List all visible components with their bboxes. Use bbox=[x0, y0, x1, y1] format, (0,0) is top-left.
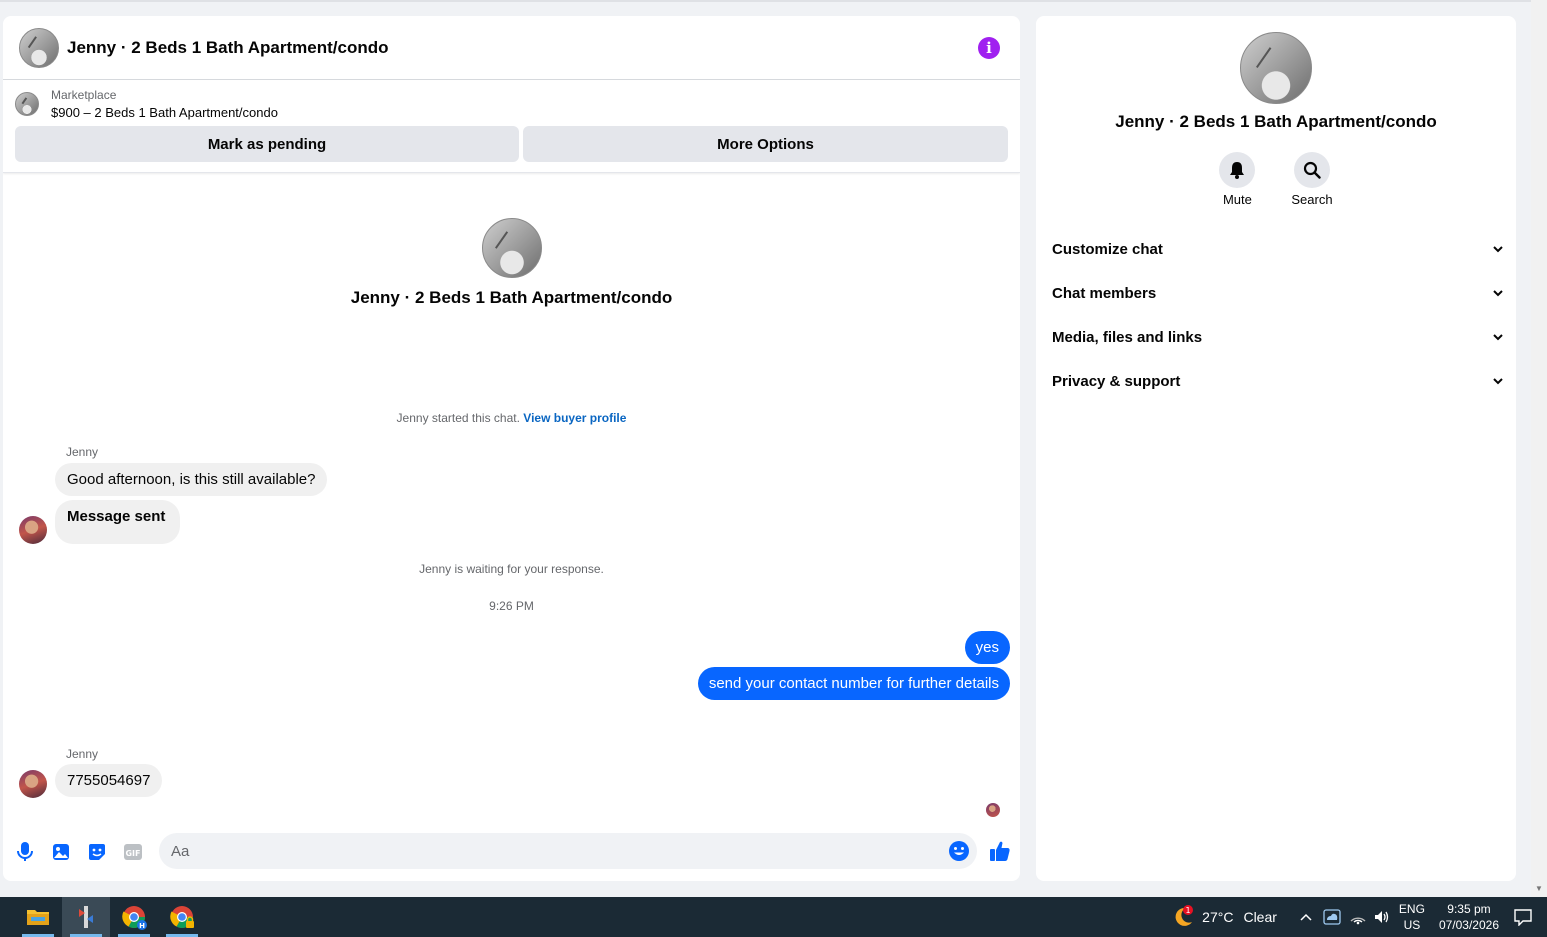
listing-info[interactable]: Marketplace $900 – 2 Beds 1 Bath Apartme… bbox=[15, 88, 1008, 120]
chevron-up-icon[interactable] bbox=[1299, 912, 1313, 922]
window-top-border bbox=[0, 0, 1547, 2]
weather-temperature: 27°C bbox=[1202, 909, 1234, 925]
language-region: US bbox=[1403, 918, 1421, 932]
svg-text:GIF: GIF bbox=[125, 849, 140, 858]
clock-date: 07/03/2026 bbox=[1438, 918, 1499, 932]
scroll-down-arrow-icon[interactable]: ▼ bbox=[1535, 884, 1543, 893]
mute-label: Mute bbox=[1222, 192, 1252, 207]
mark-as-pending-button[interactable]: Mark as pending bbox=[15, 126, 519, 162]
language-code: ENG bbox=[1398, 902, 1425, 916]
listing-price-title: $900 – 2 Beds 1 Bath Apartment/condo bbox=[51, 105, 278, 120]
marketplace-bar: Marketplace $900 – 2 Beds 1 Bath Apartme… bbox=[3, 80, 1020, 173]
message-input[interactable] bbox=[171, 842, 941, 860]
search-label: Search bbox=[1291, 192, 1333, 207]
chat-panel: Jenny · 2 Beds 1 Bath Apartment/condo i … bbox=[3, 16, 1020, 881]
sender-name: Jenny bbox=[66, 445, 99, 459]
search-button[interactable]: Search bbox=[1291, 152, 1333, 207]
pin-app-icon[interactable] bbox=[62, 897, 110, 937]
conversation-header: Jenny · 2 Beds 1 Bath Apartment/condo bbox=[3, 218, 1020, 308]
conversation-avatar bbox=[481, 218, 542, 278]
gif-icon[interactable]: GIF bbox=[115, 834, 151, 870]
microphone-icon[interactable] bbox=[7, 834, 43, 870]
listing-thumbnail bbox=[15, 92, 39, 116]
chat-started-notice: Jenny started this chat. View buyer prof… bbox=[3, 411, 1020, 425]
conversation-title: Jenny · 2 Beds 1 Bath Apartment/condo bbox=[350, 288, 673, 307]
windows-taskbar: H 1 27°C Clear ENG US 9:35 pm 07/03/2026 bbox=[0, 897, 1547, 937]
section-media-files-links[interactable]: Media, files and links bbox=[1052, 315, 1504, 359]
sender-avatar[interactable] bbox=[19, 516, 47, 544]
chevron-down-icon bbox=[1493, 246, 1503, 253]
chat-info-panel: Jenny · 2 Beds 1 Bath Apartment/condo Mu… bbox=[1036, 16, 1516, 881]
file-explorer-icon[interactable] bbox=[14, 897, 62, 937]
message-composer: GIF bbox=[3, 830, 1020, 874]
marketplace-label: Marketplace bbox=[51, 88, 117, 102]
chat-started-text: Jenny started this chat. bbox=[396, 411, 520, 425]
thumbs-up-icon[interactable] bbox=[983, 834, 1017, 868]
chevron-down-icon bbox=[1493, 378, 1503, 385]
waiting-notice: Jenny is waiting for your response. bbox=[419, 562, 604, 576]
message-timestamp: 9:26 PM bbox=[489, 599, 534, 613]
section-label: Chat members bbox=[1052, 284, 1157, 302]
search-icon[interactable] bbox=[1293, 152, 1330, 188]
chrome-app-icon[interactable] bbox=[158, 897, 206, 937]
info-title: Jenny · 2 Beds 1 Bath Apartment/condo bbox=[1115, 112, 1437, 131]
chevron-down-icon bbox=[1493, 334, 1503, 341]
profile-badge: H bbox=[139, 922, 145, 930]
language-indicator[interactable]: ENG US bbox=[1399, 901, 1425, 933]
page-scrollbar[interactable] bbox=[1531, 0, 1547, 897]
chat-title[interactable]: Jenny · 2 Beds 1 Bath Apartment/condo bbox=[67, 38, 388, 58]
weather-condition: Clear bbox=[1243, 909, 1277, 925]
emoji-icon[interactable] bbox=[941, 833, 977, 869]
weather-badge: 1 bbox=[1186, 906, 1191, 915]
weather-widget[interactable]: 1 27°C Clear bbox=[1170, 904, 1277, 930]
info-icon[interactable]: i bbox=[978, 36, 1000, 59]
photo-icon[interactable] bbox=[43, 834, 79, 870]
section-customize-chat[interactable]: Customize chat bbox=[1052, 227, 1504, 271]
message-bubble-outgoing[interactable]: send your contact number for further det… bbox=[697, 667, 1010, 700]
notification-icon[interactable] bbox=[1513, 908, 1533, 926]
chevron-down-icon bbox=[1493, 290, 1503, 297]
section-privacy-support[interactable]: Privacy & support bbox=[1052, 359, 1504, 403]
message-bubble-outgoing[interactable]: yes bbox=[964, 631, 1010, 664]
section-label: Media, files and links bbox=[1052, 328, 1203, 346]
chat-header: Jenny · 2 Beds 1 Bath Apartment/condo i bbox=[3, 16, 1020, 80]
sender-name: Jenny bbox=[66, 747, 99, 761]
message-bubble-incoming[interactable]: Message sent bbox=[55, 500, 181, 544]
volume-icon[interactable] bbox=[1373, 909, 1391, 925]
mute-button[interactable]: Mute bbox=[1219, 152, 1256, 207]
moon-icon: 1 bbox=[1175, 905, 1194, 926]
message-input-box[interactable] bbox=[159, 833, 977, 869]
chat-avatar[interactable] bbox=[19, 27, 59, 68]
onedrive-icon[interactable] bbox=[1323, 909, 1341, 925]
sender-avatar[interactable] bbox=[19, 770, 47, 798]
system-tray: 1 27°C Clear ENG US 9:35 pm 07/03/2026 bbox=[1170, 897, 1547, 937]
clock[interactable]: 9:35 pm 07/03/2026 bbox=[1439, 901, 1499, 933]
message-bubble-incoming[interactable]: 7755054697 bbox=[55, 764, 163, 797]
section-chat-members[interactable]: Chat members bbox=[1052, 271, 1504, 315]
read-receipt-avatar bbox=[986, 803, 1000, 817]
bell-icon[interactable] bbox=[1219, 152, 1256, 188]
view-buyer-profile-link[interactable]: View buyer profile bbox=[523, 411, 626, 425]
clock-time: 9:35 pm bbox=[1447, 902, 1491, 916]
section-label: Privacy & support bbox=[1052, 372, 1181, 390]
chrome-profile-icon[interactable]: H bbox=[110, 897, 158, 937]
message-bubble-incoming[interactable]: Good afternoon, is this still available? bbox=[55, 463, 328, 496]
sticker-icon[interactable] bbox=[79, 834, 115, 870]
wifi-icon[interactable] bbox=[1349, 909, 1367, 925]
info-avatar[interactable] bbox=[1240, 32, 1312, 104]
section-label: Customize chat bbox=[1052, 240, 1163, 258]
more-options-button[interactable]: More Options bbox=[523, 126, 1008, 162]
